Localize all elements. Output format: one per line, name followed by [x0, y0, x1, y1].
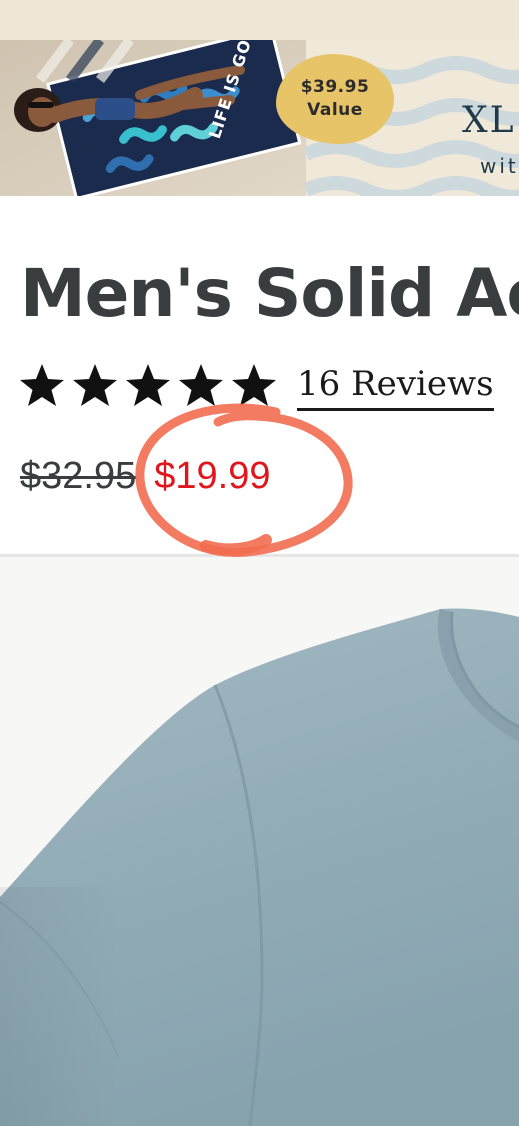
product-title: Men's Solid Ac — [20, 255, 519, 332]
original-price: $32.95 — [20, 454, 137, 497]
star-icon — [177, 362, 225, 408]
star-rating[interactable] — [18, 362, 283, 408]
product-page: LIFE IS GOOD $39.95 Value XL wit Men's S… — [0, 0, 519, 1126]
banner-beach-photo: LIFE IS GOOD — [0, 40, 306, 196]
sale-price: $19.99 — [154, 454, 271, 497]
banner-subline: wit — [480, 154, 519, 178]
star-icon — [124, 362, 172, 408]
price-row: $32.95 $19.99 — [20, 454, 270, 498]
star-icon — [230, 362, 278, 408]
reviews-link[interactable]: 16 Reviews — [297, 364, 494, 411]
value-badge-label: Value — [307, 100, 363, 120]
value-badge: $39.95 Value — [276, 54, 394, 144]
value-badge-price: $39.95 — [300, 77, 370, 97]
star-icon — [18, 362, 66, 408]
banner-headline: XL — [462, 100, 516, 141]
product-image-tshirt[interactable] — [0, 557, 519, 1126]
promo-banner[interactable]: LIFE IS GOOD $39.95 Value XL wit — [0, 0, 519, 196]
star-icon — [71, 362, 119, 408]
